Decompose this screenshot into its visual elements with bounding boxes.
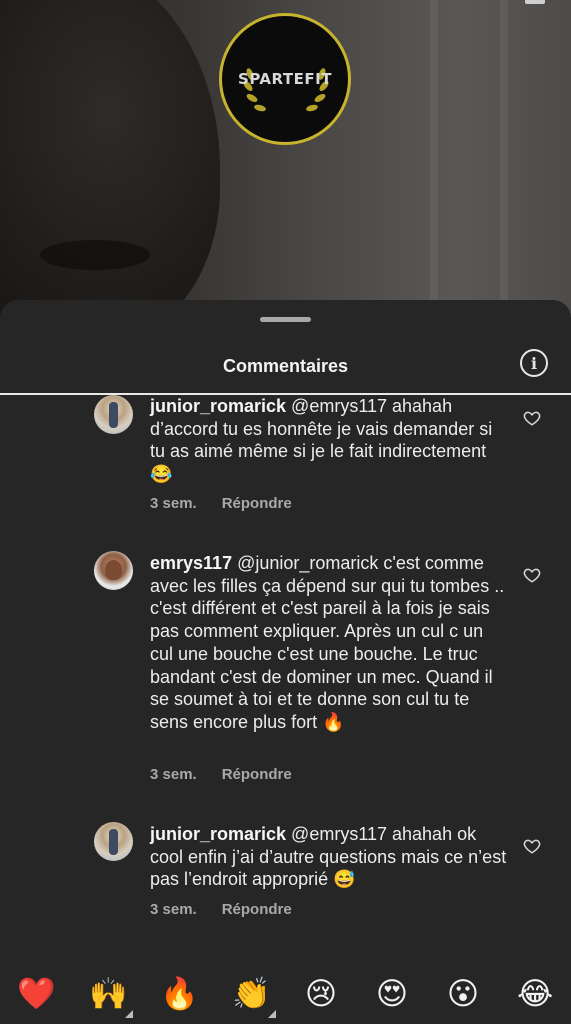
skin-tone-indicator-icon (268, 1010, 276, 1018)
person-head (0, 0, 220, 320)
video-background: SPARTEFIT (0, 0, 571, 320)
comment-username[interactable]: junior_romarick (150, 396, 286, 416)
comment-username[interactable]: junior_romarick (150, 824, 286, 844)
heart-eyes-emoji-button[interactable]: 😍 (374, 976, 410, 1012)
heart-icon[interactable] (523, 409, 541, 427)
reply-button[interactable]: Répondre (222, 766, 292, 783)
menu-icon[interactable] (525, 0, 545, 4)
comment-text: junior_romarick @emrys117 ahahah ok cool… (150, 823, 510, 891)
raised-hands-emoji-button[interactable]: 🙌 (89, 976, 128, 1012)
surprised-face-emoji-button[interactable]: 😮 (445, 976, 481, 1012)
avatar[interactable] (94, 551, 133, 590)
skin-tone-indicator-icon (125, 1010, 133, 1018)
background-line (430, 0, 438, 320)
clapping-hands-emoji-button[interactable]: 👏 (232, 976, 271, 1012)
background-line (500, 0, 508, 320)
avatar[interactable] (94, 395, 133, 434)
emoji-reaction-bar: ❤️ 🙌 🔥 👏 😢 😍 😮 😂 (0, 960, 571, 1024)
brand-logo: SPARTEFIT (219, 13, 351, 145)
heart-emoji-button[interactable]: ❤️ (17, 976, 56, 1012)
comment-time: 3 sem. (150, 901, 197, 918)
comment-meta: 3 sem. Répondre (150, 495, 292, 512)
comment-time: 3 sem. (150, 766, 197, 783)
comment-meta: 3 sem. Répondre (150, 766, 292, 783)
info-glyph: i (530, 353, 538, 373)
comment-body: @junior_romarick c'est comme avec les fi… (150, 553, 505, 732)
info-icon[interactable]: i (520, 349, 548, 377)
sheet-title: Commentaires (222, 356, 349, 376)
comment-text: emrys117 @junior_romarick c'est comme av… (150, 552, 510, 734)
drag-handle[interactable] (260, 317, 311, 322)
heart-icon[interactable] (523, 837, 541, 855)
comment-text: junior_romarick @emrys117 ahahah d’accor… (150, 395, 510, 486)
heart-icon[interactable] (523, 566, 541, 584)
reply-button[interactable]: Répondre (222, 901, 292, 918)
person-eye (40, 240, 150, 270)
laughing-tears-emoji-button[interactable]: 😂 (517, 976, 553, 1012)
comment-username[interactable]: emrys117 (150, 553, 232, 573)
logo-text: SPARTEFIT (238, 70, 332, 88)
reply-button[interactable]: Répondre (222, 495, 292, 512)
avatar[interactable] (94, 822, 133, 861)
laurel-icon (243, 68, 329, 112)
fire-emoji-button[interactable]: 🔥 (160, 976, 199, 1012)
crying-face-emoji-button[interactable]: 😢 (303, 976, 339, 1012)
comment-time: 3 sem. (150, 495, 197, 512)
comment-meta: 3 sem. Répondre (150, 901, 292, 918)
